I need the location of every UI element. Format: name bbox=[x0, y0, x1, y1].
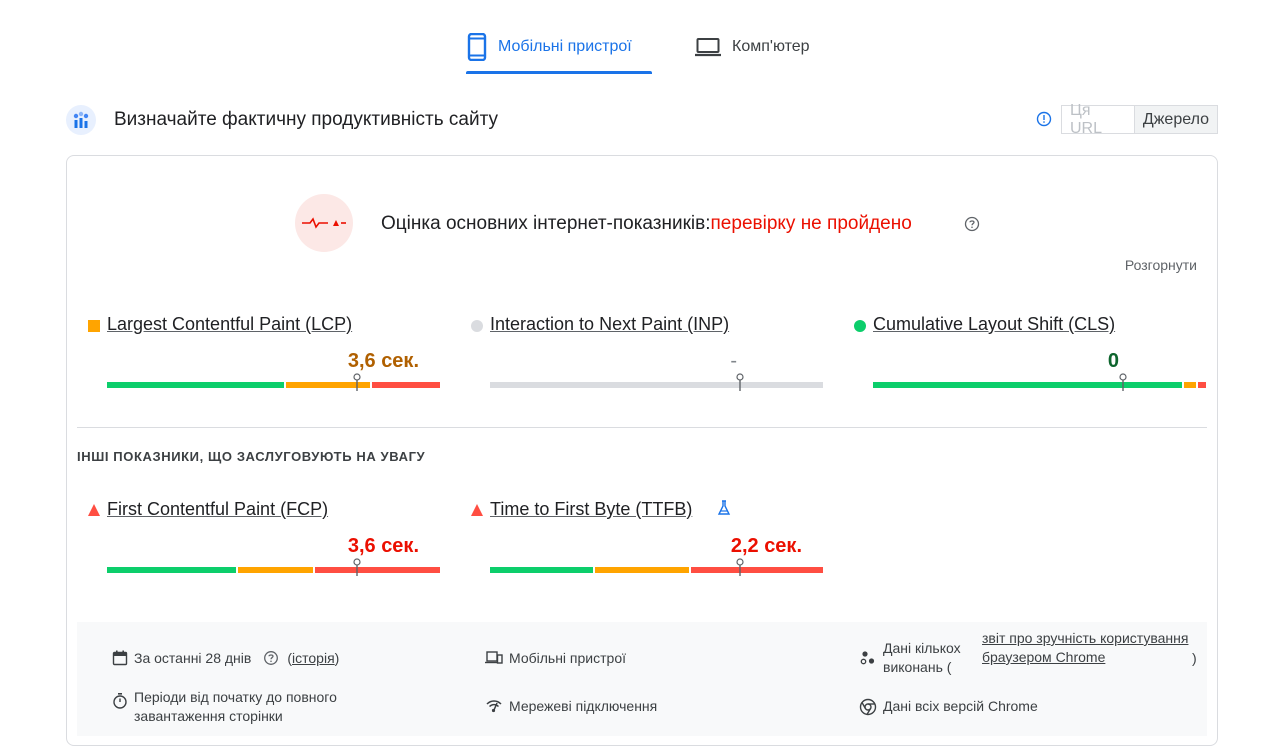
metric-cls: Cumulative Layout Shift (CLS) 0 bbox=[854, 314, 1206, 394]
tab-mobile-label: Мобільні пристрої bbox=[498, 38, 632, 55]
bar-poor-segment bbox=[315, 567, 440, 573]
url-origin-toggle: Ця URL Джерело bbox=[1061, 102, 1218, 137]
other-metrics-heading: ІНШІ ПОКАЗНИКИ, ЩО ЗАСЛУГОВУЮТЬ НА УВАГУ bbox=[77, 449, 426, 464]
metric-ttfb-distribution-bar bbox=[490, 558, 823, 576]
poor-triangle-icon bbox=[471, 504, 483, 516]
device-type: Мобільні пристрої bbox=[485, 649, 626, 668]
stopwatch-icon bbox=[113, 693, 127, 709]
metric-inp-name[interactable]: Interaction to Next Paint (INP) bbox=[490, 314, 729, 335]
dots-cluster-icon bbox=[860, 651, 875, 665]
bar-good-segment bbox=[490, 567, 593, 573]
info-icon[interactable] bbox=[1036, 111, 1052, 127]
origin-button[interactable]: Джерело bbox=[1133, 106, 1217, 133]
poor-triangle-icon bbox=[88, 504, 100, 516]
page-title: Визначайте фактичну продуктивність сайту bbox=[114, 109, 498, 130]
sources-prefix-text: Дані кількох виконань ( bbox=[883, 640, 961, 675]
metric-inp-distribution-bar bbox=[490, 373, 823, 391]
history-close-paren: ) bbox=[334, 650, 340, 666]
help-icon[interactable] bbox=[964, 216, 980, 232]
devices-icon bbox=[485, 651, 503, 664]
bar-average-segment bbox=[1184, 382, 1196, 388]
collection-period: За останні 28 днів (історія) bbox=[112, 649, 339, 668]
history-link[interactable]: історія bbox=[292, 649, 335, 668]
assessment-label: Оцінка основних інтернет-показників: bbox=[381, 213, 711, 234]
metric-ttfb-name[interactable]: Time to First Byte (TTFB) bbox=[490, 499, 692, 520]
smartphone-icon bbox=[467, 33, 487, 61]
metric-fcp-value: 3,6 сек. bbox=[347, 535, 419, 557]
multiple-sources: Дані кількох виконань ( звіт про зручніс… bbox=[859, 629, 1199, 677]
assessment-status: перевірку не пройдено bbox=[710, 213, 912, 234]
sources-suffix-text: ) bbox=[1192, 650, 1197, 666]
crux-logo-icon bbox=[66, 105, 96, 135]
metric-cls-name[interactable]: Cumulative Layout Shift (CLS) bbox=[873, 314, 1115, 335]
metric-fcp-name[interactable]: First Contentful Paint (FCP) bbox=[107, 499, 328, 520]
p75-marker-icon bbox=[736, 373, 744, 391]
no-data-circle-icon bbox=[471, 320, 483, 332]
metric-ttfb-value: 2,2 сек. bbox=[730, 535, 802, 557]
this-url-button[interactable]: Ця URL bbox=[1062, 102, 1134, 137]
metric-cls-value: 0 bbox=[1107, 350, 1119, 372]
bar-good-segment bbox=[873, 382, 1182, 388]
p75-marker-icon bbox=[1119, 373, 1127, 391]
help-icon[interactable] bbox=[263, 650, 279, 666]
chrome-versions: Дані всіх версій Chrome bbox=[859, 697, 1038, 716]
metric-lcp: Largest Contentful Paint (LCP) 3,6 сек. bbox=[88, 314, 440, 394]
tab-desktop[interactable]: Комп'ютер bbox=[694, 20, 834, 74]
tab-active-indicator bbox=[466, 71, 652, 74]
flask-icon[interactable] bbox=[717, 500, 731, 516]
failed-assessment-icon bbox=[295, 194, 353, 252]
field-data-card: Оцінка основних інтернет-показників:пере… bbox=[66, 155, 1218, 746]
tab-desktop-label: Комп'ютер bbox=[732, 38, 810, 55]
bar-poor-segment bbox=[1198, 382, 1206, 388]
metric-lcp-distribution-bar bbox=[107, 373, 440, 391]
metric-fcp: First Contentful Paint (FCP) 3,6 сек. bbox=[88, 499, 440, 579]
durations-text: Періоди від початку до повного завантаже… bbox=[134, 689, 337, 724]
bar-good-segment bbox=[107, 382, 284, 388]
metric-inp: Interaction to Next Paint (INP) - bbox=[471, 314, 823, 394]
bar-average-segment bbox=[595, 567, 689, 573]
calendar-icon bbox=[112, 650, 128, 666]
metric-fcp-distribution-bar bbox=[107, 558, 440, 576]
page-load-durations: Періоди від початку до повного завантаже… bbox=[112, 688, 372, 726]
average-square-icon bbox=[88, 320, 100, 332]
laptop-icon bbox=[695, 38, 721, 57]
tab-mobile[interactable]: Мобільні пристрої bbox=[466, 20, 652, 74]
network-icon bbox=[486, 700, 502, 713]
metric-ttfb: Time to First Byte (TTFB) 2,2 сек. bbox=[471, 499, 823, 579]
bar-average-segment bbox=[238, 567, 313, 573]
chrome-versions-text: Дані всіх версій Chrome bbox=[883, 698, 1038, 714]
p75-marker-icon bbox=[736, 558, 744, 576]
metric-cls-distribution-bar bbox=[873, 373, 1206, 391]
p75-marker-icon bbox=[353, 373, 361, 391]
device-text: Мобільні пристрої bbox=[509, 650, 626, 666]
device-tabs: Мобільні пристрої Комп'ютер bbox=[0, 20, 1282, 76]
crux-report-link[interactable]: звіт про зручність користування браузеро… bbox=[982, 629, 1192, 667]
expand-button[interactable]: Розгорнути bbox=[1125, 257, 1197, 273]
good-circle-icon bbox=[854, 320, 866, 332]
crux-header: Визначайте фактичну продуктивність сайту… bbox=[66, 102, 1218, 137]
bar-no-data-segment bbox=[490, 382, 823, 388]
network-text: Мережеві підключення bbox=[509, 698, 658, 714]
metric-lcp-value: 3,6 сек. bbox=[347, 350, 419, 372]
metric-inp-value: - bbox=[730, 350, 737, 372]
chrome-icon bbox=[859, 698, 877, 716]
period-text: За останні 28 днів bbox=[134, 650, 252, 666]
bar-poor-segment bbox=[691, 567, 823, 573]
data-source-footer: За останні 28 днів (історія) Періоди від… bbox=[77, 622, 1207, 736]
metric-lcp-name[interactable]: Largest Contentful Paint (LCP) bbox=[107, 314, 352, 335]
core-web-vitals-assessment: Оцінка основних інтернет-показників:пере… bbox=[381, 213, 912, 235]
network-connections: Мережеві підключення bbox=[485, 697, 657, 716]
section-divider bbox=[77, 427, 1207, 428]
p75-marker-icon bbox=[353, 558, 361, 576]
bar-good-segment bbox=[107, 567, 236, 573]
bar-poor-segment bbox=[372, 382, 440, 388]
